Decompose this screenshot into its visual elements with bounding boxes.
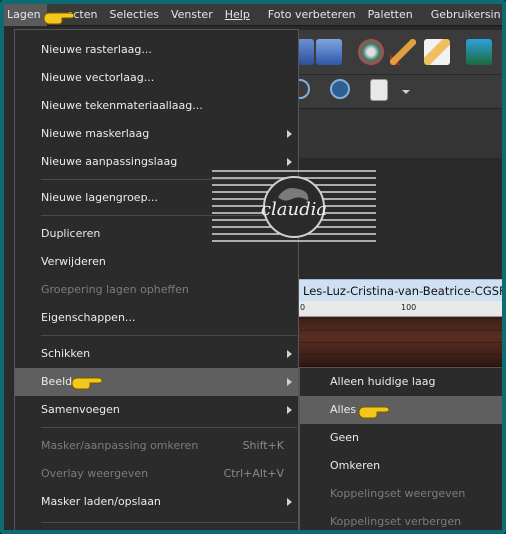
submenu-item-label: Omkeren <box>330 459 381 472</box>
submenu-arrow-icon <box>287 498 292 506</box>
menu-item-schikken[interactable]: Schikken <box>15 340 298 368</box>
menu-item-shortcut: Shift+K <box>242 439 284 452</box>
menu-item-label: Beeld <box>41 375 73 388</box>
menu-item-samenvoegen[interactable]: Samenvoegen <box>15 396 298 424</box>
toolbar-second <box>290 74 502 108</box>
paste-icon[interactable] <box>370 79 388 101</box>
menu-item-nieuwe-tekenmateriaallaag[interactable]: Nieuwe tekenmateriaallaag... <box>15 92 298 120</box>
menu-bar: Lagen ecten Selecties Venster Help Foto … <box>4 4 502 26</box>
submenu-arrow-icon <box>287 350 292 358</box>
menu-separator <box>41 427 297 428</box>
ruler-label: 100 <box>401 303 417 312</box>
menu-item-label: Verwijderen <box>41 255 106 268</box>
menu-item-shortcut: Ctrl+Alt+V <box>223 467 284 480</box>
menu-item-nieuwe-rasterlaag[interactable]: Nieuwe rasterlaag... <box>15 36 298 64</box>
menu-item-overlay-weergeven: Overlay weergeven Ctrl+Alt+V <box>15 460 298 488</box>
pencil-icon[interactable] <box>424 39 450 65</box>
chevron-down-icon[interactable] <box>402 90 410 94</box>
application-window: Lagen ecten Selecties Venster Help Foto … <box>0 0 506 534</box>
pointing-hand-icon <box>43 12 75 25</box>
menu-item-label: Dupliceren <box>41 227 101 240</box>
claudia-watermark-logo: claudia <box>212 170 376 242</box>
menu-item-label: Nieuwe maskerlaag <box>41 127 150 140</box>
menu-separator <box>41 335 297 336</box>
menu-item-label: Nieuwe vectorlaag... <box>41 71 155 84</box>
submenu-arrow-icon <box>287 130 292 138</box>
submenu-item-label: Koppelingset weergeven <box>330 487 466 500</box>
toolbar-top <box>288 30 502 74</box>
menu-item-label: Masker/aanpassing omkeren <box>41 439 199 452</box>
horizontal-ruler: 0 100 <box>297 301 502 317</box>
menu-item-label: Groepering lagen opheffen <box>41 283 189 296</box>
menu-lagen[interactable]: Lagen <box>4 4 47 26</box>
menu-help[interactable]: Help <box>219 4 256 26</box>
menu-item-label: Schikken <box>41 347 91 360</box>
watermark-text: claudia <box>261 199 327 220</box>
submenu-item-geen[interactable]: Geen <box>300 424 502 452</box>
menu-item-label: Masker laden/opslaan <box>41 495 161 508</box>
menu-item-beeld[interactable]: Beeld <box>15 368 298 396</box>
menu-item-masker-laden-opslaan[interactable]: Masker laden/opslaan <box>15 488 298 516</box>
submenu-item-label: Alleen huidige laag <box>330 375 436 388</box>
canvas-texture <box>297 317 502 367</box>
export-png-icon[interactable] <box>316 39 342 65</box>
document-tab[interactable]: Les-Luz-Cristina-van-Beatrice-CGSFDe <box>297 279 502 301</box>
menu-item-label: Eigenschappen... <box>41 311 136 324</box>
menu-item-label: Nieuwe lagengroep... <box>41 191 159 204</box>
menu-paletten[interactable]: Paletten <box>362 4 419 26</box>
image-add-icon[interactable] <box>466 39 492 65</box>
submenu-item-label: Geen <box>330 431 360 444</box>
menu-item-nieuwe-maskerlaag[interactable]: Nieuwe maskerlaag <box>15 120 298 148</box>
toolbar-options-area <box>294 108 502 158</box>
submenu-arrow-icon <box>287 406 292 414</box>
menu-item-verwijderen[interactable]: Verwijderen <box>15 248 298 276</box>
menu-foto-verbeteren[interactable]: Foto verbeteren <box>262 4 362 26</box>
menu-separator <box>41 522 297 523</box>
zoom-in-icon[interactable] <box>330 79 350 99</box>
submenu-item-omkeren[interactable]: Omkeren <box>300 452 502 480</box>
menu-selecties[interactable]: Selecties <box>103 4 165 26</box>
submenu-item-label: Alles <box>330 403 357 416</box>
menu-item-label: Nieuwe tekenmateriaallaag... <box>41 99 203 112</box>
menu-item-label: Nieuwe rasterlaag... <box>41 43 152 56</box>
submenu-item-koppelingset-verbergen: Koppelingset verbergen <box>300 508 502 530</box>
menu-item-groepering-opheffen: Groepering lagen opheffen <box>15 276 298 304</box>
submenu-arrow-icon <box>287 158 292 166</box>
beeld-submenu: Alleen huidige laag Alles Geen Omkeren K… <box>299 367 502 530</box>
red-eye-icon[interactable] <box>358 39 384 65</box>
submenu-item-alleen-huidige-laag[interactable]: Alleen huidige laag <box>300 368 502 396</box>
menu-item-label: Nieuwe aanpassingslaag <box>41 155 178 168</box>
pointing-hand-icon <box>358 406 390 419</box>
submenu-item-alles[interactable]: Alles <box>300 396 502 424</box>
menu-item-masker-omkeren: Masker/aanpassing omkeren Shift+K <box>15 432 298 460</box>
lagen-menu: Nieuwe rasterlaag... Nieuwe vectorlaag..… <box>14 29 299 530</box>
pointing-hand-icon <box>71 377 103 390</box>
brush-icon[interactable] <box>390 39 416 65</box>
menu-gebruikersinterface[interactable]: Gebruikersin <box>425 4 502 26</box>
submenu-item-koppelingset-weergeven: Koppelingset weergeven <box>300 480 502 508</box>
menu-item-eigenschappen[interactable]: Eigenschappen... <box>15 304 298 332</box>
menu-venster[interactable]: Venster <box>165 4 219 26</box>
menu-item-label: Overlay weergeven <box>41 467 149 480</box>
submenu-arrow-icon <box>287 378 292 386</box>
menu-item-label: Samenvoegen <box>41 403 120 416</box>
submenu-item-label: Koppelingset verbergen <box>330 515 462 528</box>
ruler-label: 0 <box>300 303 306 312</box>
menu-item-nieuwe-vectorlaag[interactable]: Nieuwe vectorlaag... <box>15 64 298 92</box>
